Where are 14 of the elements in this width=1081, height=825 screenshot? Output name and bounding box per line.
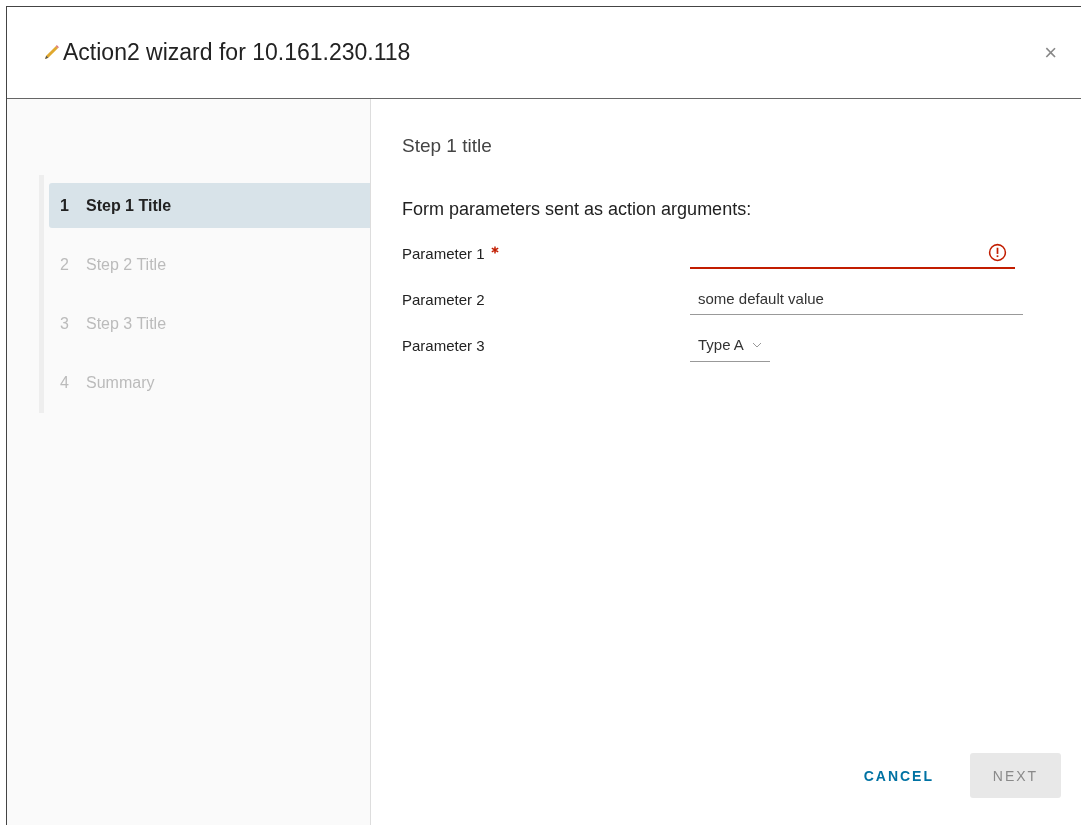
- select-field[interactable]: Type A: [690, 328, 770, 362]
- field-label: Parameter 3: [402, 336, 485, 354]
- error-icon: [988, 242, 1007, 262]
- step-heading: Step 1 title: [402, 135, 493, 157]
- cancel-button[interactable]: CANCEL: [857, 766, 940, 785]
- step-item[interactable]: 1 Step 1 Title: [49, 183, 370, 228]
- text-field[interactable]: some default value: [690, 283, 1023, 315]
- caret-icon: [751, 341, 762, 348]
- close-button[interactable]: ×: [1040, 39, 1061, 66]
- field-label: Parameter 1: [402, 244, 485, 262]
- window-title: Action2 wizard for 10.161.230.118: [63, 39, 411, 66]
- field-label: Parameter 2: [402, 290, 485, 308]
- pencil-icon: [43, 44, 60, 61]
- form-intro: Form parameters sent as action arguments:: [402, 199, 753, 220]
